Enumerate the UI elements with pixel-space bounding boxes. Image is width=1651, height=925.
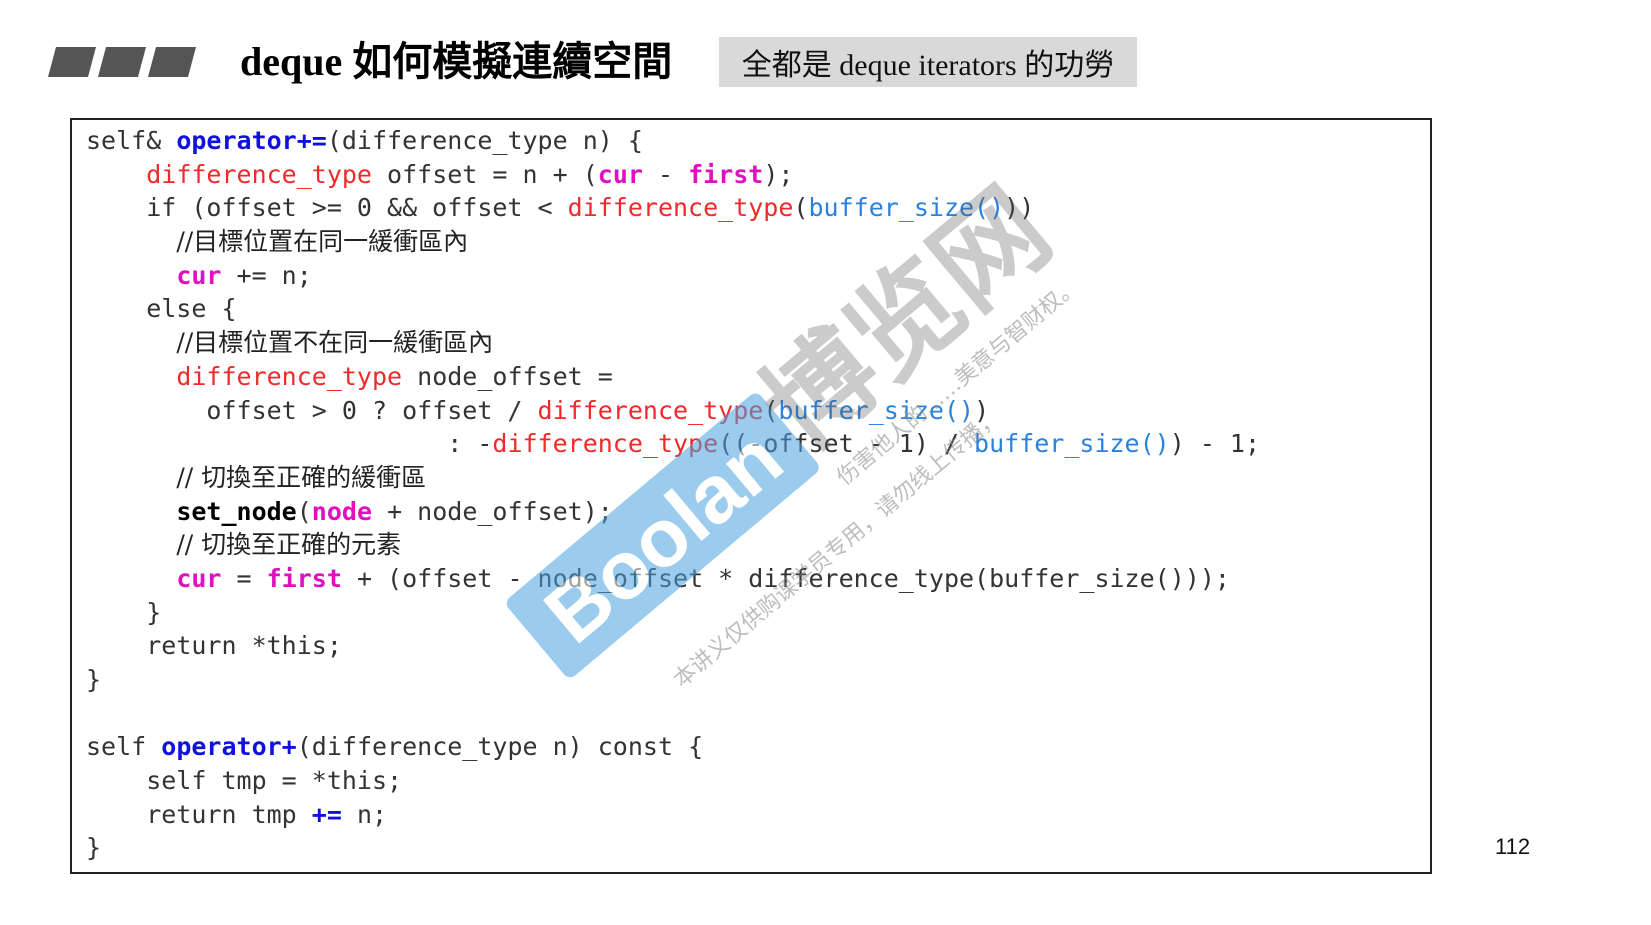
code-line: self operator+(difference_type n) const … — [86, 730, 1260, 764]
code-line: //目標位置在同一緩衝區內 — [86, 225, 1260, 259]
code-token: // 切換至正確的緩衝區 — [176, 462, 427, 492]
code-token: - — [642, 159, 689, 189]
code-line: offset > 0 ? offset / difference_type(bu… — [86, 394, 1260, 428]
code-token: : - — [86, 429, 493, 459]
code-token: operator+= — [176, 126, 327, 155]
slide-subtitle: 全都是 deque iterators 的功勞 — [719, 37, 1137, 87]
page-number: 112 — [1495, 834, 1531, 859]
code-token: else { — [86, 294, 237, 324]
code-token: )) — [1004, 193, 1035, 223]
code-token: self — [86, 732, 162, 762]
code-token: ( — [763, 395, 779, 425]
code-token: } — [86, 597, 162, 627]
code-token: cur — [176, 563, 222, 593]
code-token: return tmp — [86, 799, 312, 829]
code-token: difference_type — [537, 395, 764, 425]
code-token: first — [266, 563, 342, 593]
code-token: += — [311, 799, 342, 829]
code-line: if (offset >= 0 && offset < difference_t… — [86, 191, 1260, 225]
code-line: : -difference_type((-offset - 1) / buffe… — [86, 427, 1260, 461]
code-line: return tmp += n; — [86, 798, 1260, 832]
code-panel: self& operator+=(difference_type n) { di… — [70, 118, 1432, 874]
code-token: ) — [974, 395, 990, 425]
code-token: } — [86, 833, 102, 863]
code-token: // 切換至正確的元素 — [176, 530, 402, 560]
code-line: set_node(node + node_offset); — [86, 495, 1260, 529]
code-token: return *this; — [86, 631, 342, 661]
code-token: (difference_type n) { — [326, 126, 643, 155]
code-token: set_node — [176, 496, 297, 526]
code-token: ); — [763, 159, 794, 189]
code-line: self& operator+=(difference_type n) { — [86, 124, 1260, 158]
header-stripes-icon — [48, 47, 196, 77]
code-line: } — [86, 663, 1260, 697]
code-token: //目標位置不在同一緩衝區內 — [176, 328, 494, 358]
code-line: self tmp = *this; — [86, 764, 1260, 798]
code-line: difference_type offset = n + (cur - firs… — [86, 158, 1260, 192]
code-token: buffer_size() — [808, 193, 1005, 223]
code-token: if (offset >= 0 && offset < — [86, 193, 568, 223]
slide-title: deque 如何模擬連續空間 — [240, 39, 673, 84]
code-line: cur += n; — [86, 259, 1260, 293]
code-token: offset = n + ( — [372, 159, 598, 189]
code-token: buffer_size() — [778, 395, 975, 425]
code-token: ((-offset - 1) / — [718, 429, 975, 459]
code-token: cur — [176, 260, 222, 290]
code-token: (difference_type n) const { — [296, 732, 704, 762]
code-token: ( — [296, 496, 312, 526]
code-token: ( — [793, 193, 809, 223]
code-line: } — [86, 831, 1260, 865]
code-line: // 切換至正確的元素 — [86, 528, 1260, 562]
code-token: node — [311, 496, 373, 526]
code-token: difference_type — [567, 193, 794, 223]
code-token: ) - 1; — [1169, 429, 1261, 459]
code-line: else { — [86, 292, 1260, 326]
code-token: + (offset - node_offset * difference_typ… — [341, 563, 1230, 593]
code-line: return *this; — [86, 629, 1260, 663]
code-token: n; — [341, 799, 388, 829]
code-token: difference_type — [492, 429, 719, 459]
code-token: node_offset = — [402, 361, 613, 391]
code-token: + node_offset); — [372, 496, 613, 526]
code-line: cur = first + (offset - node_offset * di… — [86, 562, 1260, 596]
code-token: offset > 0 ? offset / — [86, 395, 538, 425]
code-token: = — [221, 563, 267, 593]
code-token: self& — [86, 126, 177, 155]
code-token: first — [688, 159, 764, 189]
code-token: buffer_size() — [974, 429, 1170, 459]
code-token: } — [86, 665, 102, 694]
code-line: //目標位置不在同一緩衝區內 — [86, 326, 1260, 360]
code-token: += n; — [221, 260, 312, 290]
code-line: // 切換至正確的緩衝區 — [86, 461, 1260, 495]
code-block: self& operator+=(difference_type n) { di… — [86, 124, 1260, 865]
code-token: difference_type — [176, 361, 403, 391]
code-token: //目標位置在同一緩衝區內 — [176, 227, 469, 257]
code-token: difference_type — [146, 159, 372, 189]
code-token: operator+ — [161, 732, 297, 762]
code-token: cur — [597, 159, 643, 189]
code-token: self tmp = *this; — [86, 766, 403, 796]
code-line: difference_type node_offset = — [86, 360, 1260, 394]
code-line: } — [86, 596, 1260, 630]
